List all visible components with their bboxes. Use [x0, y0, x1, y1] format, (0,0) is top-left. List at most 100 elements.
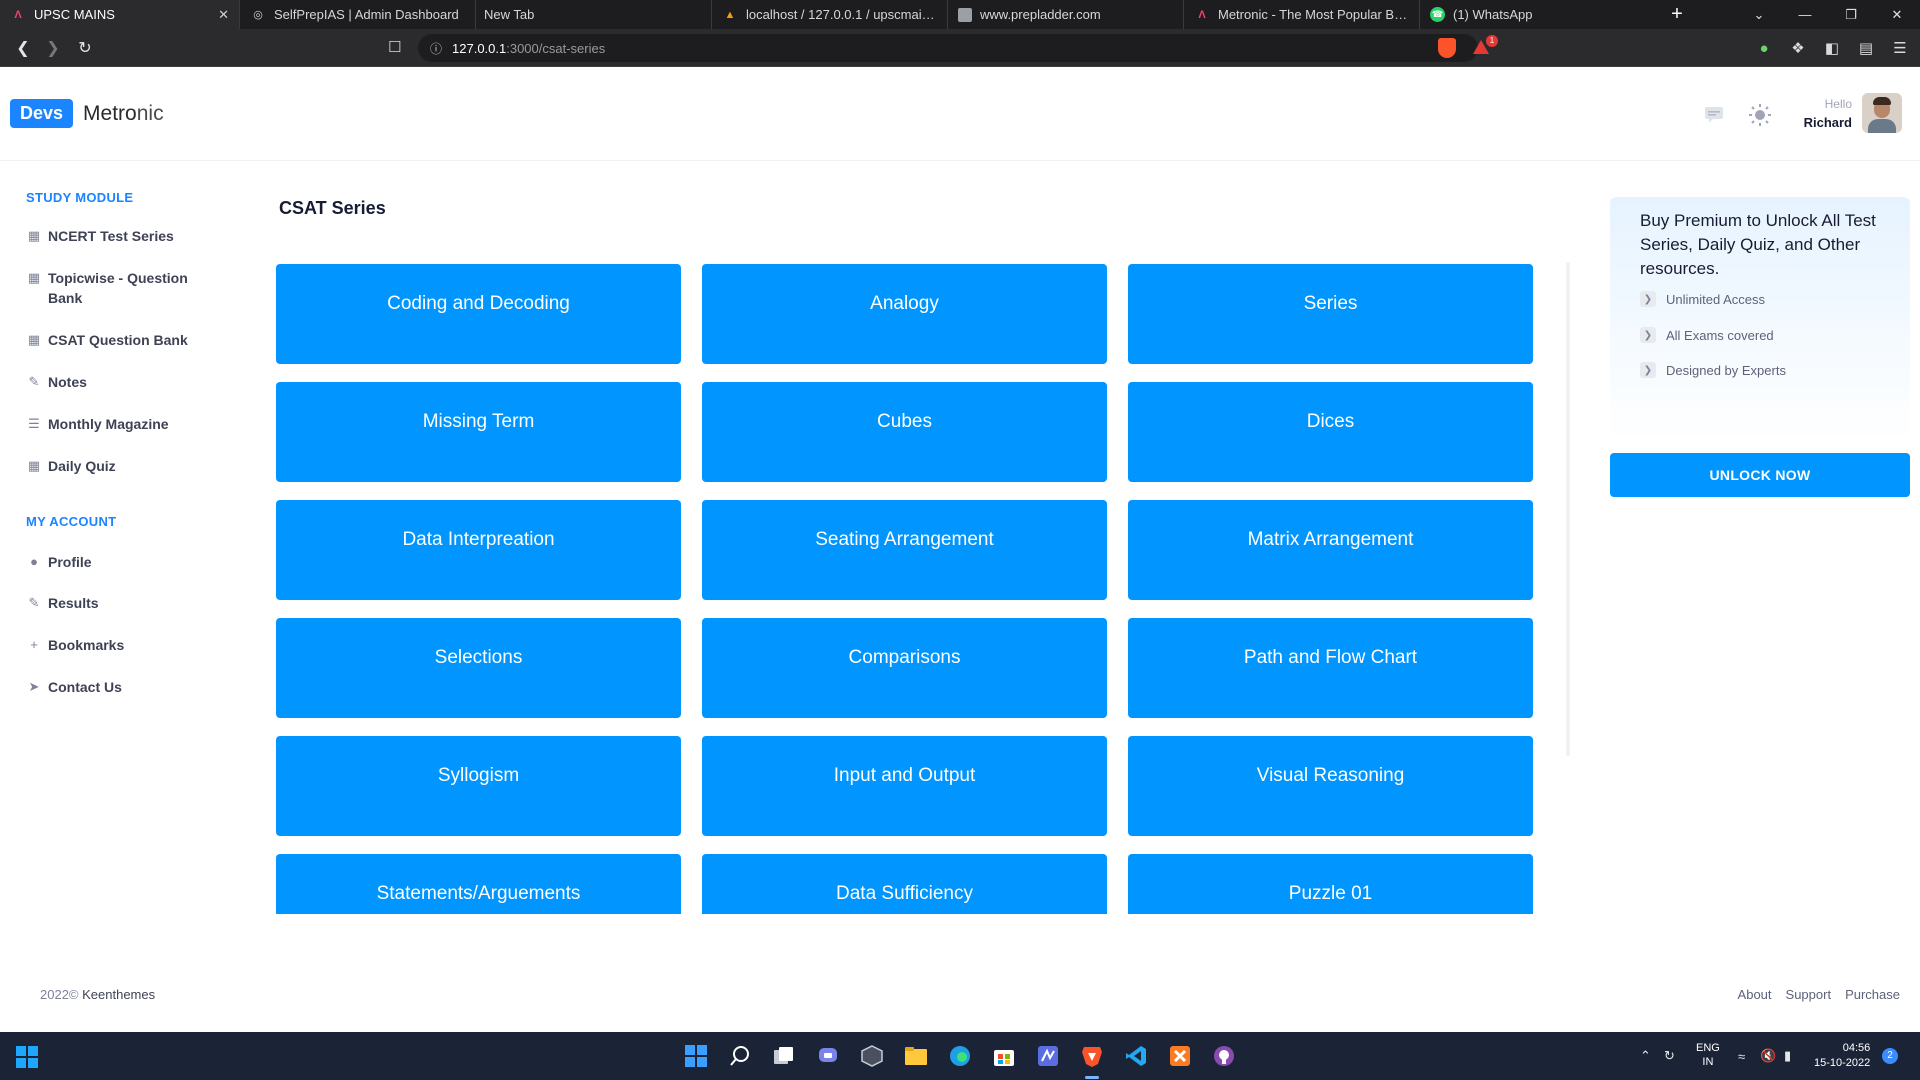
series-card[interactable]: Dices [1128, 382, 1533, 482]
clock-time: 04:56 [1842, 1042, 1871, 1054]
footer-link-purchase[interactable]: Purchase [1845, 987, 1900, 1002]
file-explorer-icon[interactable] [902, 1042, 930, 1070]
task-view-icon[interactable] [770, 1042, 798, 1070]
dev-app-icon[interactable] [1034, 1042, 1062, 1070]
tab-search-icon[interactable]: ⌄ [1736, 0, 1782, 29]
github-desktop-icon[interactable] [1210, 1042, 1238, 1070]
new-tab-button[interactable]: + [1666, 4, 1688, 26]
box-app-icon[interactable] [858, 1042, 886, 1070]
bookmark-icon[interactable]: ☐ [388, 38, 401, 56]
sidebar-item-label: Monthly Magazine [48, 416, 169, 432]
browser-tab-selfprepias[interactable]: ◎ SelfPrepIAS | Admin Dashboard [240, 0, 476, 29]
series-card[interactable]: Missing Term [276, 382, 681, 482]
battery-icon[interactable]: ▮ [1784, 1032, 1791, 1080]
tab-title: (1) WhatsApp [1453, 7, 1533, 22]
minimize-icon[interactable]: — [1782, 0, 1828, 29]
windows-taskbar: ⌃ ↻ ENG IN ≈ 🔇 ▮ 04:56 15-10-2022 2 [0, 1032, 1920, 1080]
browser-tab-prepladder[interactable]: www.prepladder.com [948, 0, 1184, 29]
volume-muted-icon[interactable]: 🔇 [1760, 1032, 1776, 1080]
wifi-icon[interactable]: ≈ [1738, 1032, 1745, 1080]
search-icon[interactable] [726, 1042, 754, 1070]
notification-badge[interactable]: 2 [1882, 1048, 1898, 1064]
sidebar-toggle-icon[interactable]: ◧ [1822, 38, 1842, 58]
puzzle-icon[interactable]: ❖ [1788, 38, 1808, 58]
browser-tab-metronic[interactable]: Λ Metronic - The Most Popular Bootstra [1184, 0, 1420, 29]
sidebar-item-contact-us[interactable]: ➤ Contact Us [26, 677, 216, 697]
series-card[interactable]: Selections [276, 618, 681, 718]
series-card[interactable]: Syllogism [276, 736, 681, 836]
browser-tab-new-tab[interactable]: New Tab [476, 0, 712, 29]
footer-links: About Support Purchase [1738, 987, 1900, 1002]
reload-icon[interactable]: ↻ [74, 37, 96, 59]
sidebar-heading-study: STUDY MODULE [26, 190, 134, 205]
logo[interactable]: Devs Metronic [10, 99, 164, 128]
browser-tab-phpmyadmin[interactable]: ▲ localhost / 127.0.0.1 / upscmains / us [712, 0, 948, 29]
sidebar-item-topicwise-question-bank[interactable]: ▦ Topicwise - Question Bank [26, 268, 216, 308]
sidebar-item-ncert-test-series[interactable]: ▦ NCERT Test Series [26, 226, 216, 246]
footer-brand-link[interactable]: Keenthemes [82, 987, 155, 1002]
premium-feature-label: Designed by Experts [1666, 362, 1786, 378]
logo-text: Metronic [83, 102, 164, 126]
browser-tab-whatsapp[interactable]: ☎ (1) WhatsApp [1420, 0, 1656, 29]
series-card[interactable]: Path and Flow Chart [1128, 618, 1533, 718]
premium-title: Buy Premium to Unlock All Test Series, D… [1640, 211, 1876, 278]
series-card[interactable]: Puzzle 01 [1128, 854, 1533, 914]
system-clock[interactable]: 04:56 15-10-2022 [1814, 1041, 1870, 1071]
close-window-icon[interactable]: ✕ [1874, 0, 1920, 29]
chevron-right-icon: ❯ [1640, 291, 1656, 307]
series-card[interactable]: Data Sufficiency [702, 854, 1107, 914]
avatar[interactable] [1862, 93, 1902, 133]
forward-icon[interactable]: ❯ [42, 37, 64, 59]
theme-sun-icon[interactable] [1748, 103, 1772, 127]
back-icon[interactable]: ❮ [12, 37, 34, 59]
phpmyadmin-icon: ▲ [724, 8, 736, 21]
url-host: 127.0.0.1 [452, 40, 507, 56]
sidebar-item-notes[interactable]: ✎ Notes [26, 372, 216, 392]
wallet-icon[interactable]: ▤ [1856, 38, 1876, 58]
language-indicator[interactable]: ENG IN [1696, 1041, 1720, 1069]
chat-icon[interactable] [1702, 103, 1726, 127]
sidebar-item-results[interactable]: ✎ Results [26, 593, 216, 613]
vscode-icon[interactable] [1122, 1042, 1150, 1070]
series-card[interactable]: Seating Arrangement [702, 500, 1107, 600]
series-card[interactable]: Statements/Arguements [276, 854, 681, 914]
address-bar[interactable]: ⓘ 127.0.0.1 :3000/csat-series [418, 34, 1478, 62]
sidebar-item-csat-question-bank[interactable]: ▦ CSAT Question Bank [26, 330, 216, 350]
series-card[interactable]: Analogy [702, 264, 1107, 364]
widgets-icon[interactable] [16, 1046, 38, 1068]
series-card[interactable]: Cubes [702, 382, 1107, 482]
brave-browser-icon[interactable] [1078, 1042, 1106, 1070]
menu-icon[interactable]: ☰ [1890, 38, 1910, 58]
logo-badge: Devs [10, 99, 74, 128]
series-card[interactable]: Coding and Decoding [276, 264, 681, 364]
sidebar-item-daily-quiz[interactable]: ▦ Daily Quiz [26, 456, 216, 476]
sidebar-item-monthly-magazine[interactable]: ☰ Monthly Magazine [26, 414, 216, 434]
microsoft-store-icon[interactable] [990, 1042, 1018, 1070]
windows-start-icon[interactable] [682, 1042, 710, 1070]
unlock-now-button[interactable]: UNLOCK NOW [1610, 453, 1910, 497]
user-menu[interactable]: Hello Richard [1804, 93, 1902, 133]
footer-link-support[interactable]: Support [1786, 987, 1832, 1002]
series-card[interactable]: Series [1128, 264, 1533, 364]
onedrive-sync-icon[interactable]: ↻ [1664, 1032, 1675, 1080]
grid-scrollbar[interactable] [1566, 262, 1570, 756]
tray-chevron-icon[interactable]: ⌃ [1640, 1032, 1651, 1080]
premium-feature-label: Unlimited Access [1666, 291, 1765, 307]
sidebar-item-profile[interactable]: ● Profile [26, 552, 216, 572]
series-card[interactable]: Matrix Arrangement [1128, 500, 1533, 600]
series-card[interactable]: Input and Output [702, 736, 1107, 836]
sidebar-item-bookmarks[interactable]: + Bookmarks [26, 635, 216, 655]
extension-icon[interactable]: ● [1754, 38, 1774, 58]
series-card[interactable]: Comparisons [702, 618, 1107, 718]
edge-icon[interactable] [946, 1042, 974, 1070]
close-icon[interactable]: ✕ [218, 7, 229, 23]
series-card[interactable]: Data Interpreation [276, 500, 681, 600]
browser-tab-upsc-mains[interactable]: Λ UPSC MAINS ✕ [0, 0, 240, 29]
restore-icon[interactable]: ❐ [1828, 0, 1874, 29]
site-info-icon[interactable]: ⓘ [430, 40, 442, 57]
footer-link-about[interactable]: About [1738, 987, 1772, 1002]
xampp-icon[interactable] [1166, 1042, 1194, 1070]
series-card[interactable]: Visual Reasoning [1128, 736, 1533, 836]
teams-chat-icon[interactable] [814, 1042, 842, 1070]
brave-shields-icon[interactable] [1438, 38, 1456, 58]
